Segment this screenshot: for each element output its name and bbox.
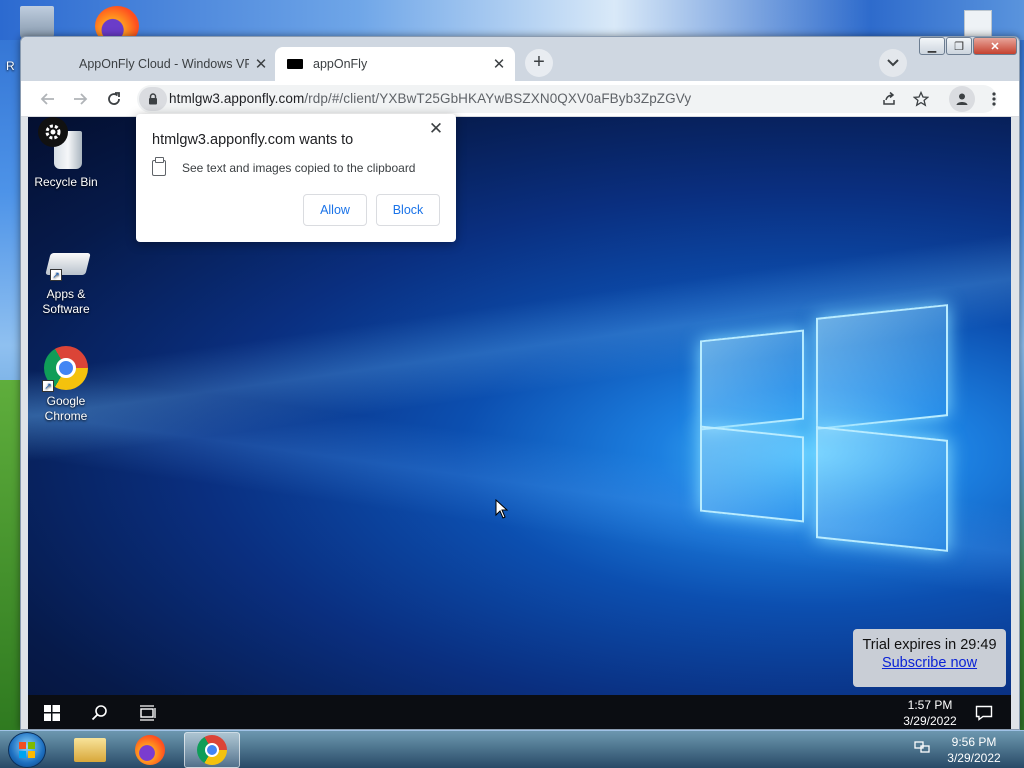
chrome-icon xyxy=(197,735,227,765)
permission-request-text: See text and images copied to the clipbo… xyxy=(182,161,416,175)
tab-favicon xyxy=(41,59,69,69)
taskbar-firefox-button[interactable] xyxy=(122,732,178,768)
url-path: /rdp/#/client/YXBwT25GbHKAYwBSZXN0QXV0aF… xyxy=(304,91,692,106)
browser-toolbar: htmlgw3.apponfly.com/rdp/#/client/YXBwT2… xyxy=(21,81,1019,117)
recycle-bin-icon xyxy=(38,117,86,171)
close-tab-icon[interactable]: ✕ xyxy=(487,55,511,73)
tab-title: appOnFly xyxy=(313,57,368,71)
sky-band xyxy=(0,0,1024,40)
outer-taskbar: 9:56 PM 3/29/2022 xyxy=(0,730,1024,768)
lock-icon xyxy=(149,93,157,105)
folder-icon xyxy=(74,738,106,762)
more-vert-icon xyxy=(992,92,996,106)
back-button[interactable] xyxy=(35,86,61,112)
popup-title: htmlgw3.apponfly.com wants to xyxy=(152,132,354,148)
close-window-button[interactable]: ✕ xyxy=(973,37,1017,55)
desktop-icon-google-chrome[interactable]: ↗ Google Chrome xyxy=(28,346,106,424)
remote-date: 3/29/2022 xyxy=(903,714,957,728)
share-button[interactable] xyxy=(877,87,901,111)
task-view-icon xyxy=(140,705,156,721)
notification-icon xyxy=(975,705,993,721)
network-tray-button[interactable] xyxy=(912,737,932,757)
outer-date: 3/29/2022 xyxy=(947,751,1001,765)
outer-recycle-bin-icon[interactable] xyxy=(20,6,54,40)
window-controls: ▁ ❐ ✕ xyxy=(919,37,1017,55)
subscribe-link[interactable]: Subscribe now xyxy=(853,655,1006,671)
close-icon[interactable]: ✕ xyxy=(426,119,446,139)
arrow-left-icon xyxy=(40,93,54,105)
mouse-cursor-icon xyxy=(495,498,509,524)
cursor-glyph xyxy=(495,498,509,519)
maximize-button[interactable]: ❐ xyxy=(946,37,972,55)
menu-button[interactable] xyxy=(981,86,1007,112)
shortcut-arrow-icon: ↗ xyxy=(42,380,54,392)
url-text: htmlgw3.apponfly.com/rdp/#/client/YXBwT2… xyxy=(169,91,691,106)
close-tab-icon[interactable]: ✕ xyxy=(249,55,273,73)
start-button[interactable] xyxy=(8,732,46,768)
remote-time: 1:57 PM xyxy=(907,698,953,712)
tab-search-button[interactable] xyxy=(879,49,907,77)
desktop-icon-recycle-bin[interactable]: Recycle Bin xyxy=(28,117,106,190)
allow-button[interactable]: Allow xyxy=(303,194,367,226)
taskbar-explorer-button[interactable] xyxy=(62,732,118,768)
chrome-center xyxy=(56,358,76,378)
address-bar[interactable]: htmlgw3.apponfly.com/rdp/#/client/YXBwT2… xyxy=(137,85,997,113)
tab-title: AppOnFly Cloud - Windows VPS xyxy=(79,57,249,71)
arrow-right-icon xyxy=(74,93,88,105)
remote-notifications-button[interactable] xyxy=(960,695,1008,729)
trial-text: Trial expires in 29:49 xyxy=(862,637,997,653)
apps-software-icon: ↗ xyxy=(42,249,91,283)
permission-request: See text and images copied to the clipbo… xyxy=(152,157,416,176)
tab-apponfly-cloud[interactable]: AppOnFly Cloud - Windows VPS ✕ xyxy=(29,47,277,81)
clipboard-permission-popup: htmlgw3.apponfly.com wants to ✕ See text… xyxy=(136,114,456,242)
outer-icon-label: R xyxy=(6,59,15,73)
url-host: htmlgw3.apponfly.com xyxy=(169,91,305,106)
gear-icon[interactable] xyxy=(38,117,68,147)
reload-icon xyxy=(108,92,120,105)
terminal-favicon-icon xyxy=(287,59,303,69)
chrome-icon: ↗ xyxy=(42,346,88,392)
windows-flag-icon xyxy=(19,742,35,758)
bookmark-button[interactable] xyxy=(909,87,933,111)
remote-taskbar: 1:57 PM 3/29/2022 xyxy=(28,695,1011,729)
search-icon xyxy=(91,705,107,721)
profile-button[interactable] xyxy=(949,86,975,112)
taskbar-chrome-button[interactable] xyxy=(184,732,240,768)
chevron-down-icon xyxy=(887,59,899,67)
new-tab-button[interactable]: + xyxy=(525,49,553,77)
logo-pane xyxy=(700,425,804,523)
gear-glyph xyxy=(45,124,61,140)
desktop-icon-apps-software[interactable]: ↗ Apps & Software xyxy=(28,249,106,317)
shortcut-arrow-icon: ↗ xyxy=(50,269,62,281)
remote-clock[interactable]: 1:57 PM 3/29/2022 xyxy=(890,697,970,729)
firefox-icon xyxy=(135,735,165,765)
windows-logo-wallpaper xyxy=(696,301,952,561)
forward-button[interactable] xyxy=(67,86,93,112)
avatar-icon xyxy=(956,93,968,105)
tab-apponfly[interactable]: appOnFly ✕ xyxy=(275,47,515,81)
block-button[interactable]: Block xyxy=(376,194,440,226)
tab-strip: AppOnFly Cloud - Windows VPS ✕ appOnFly … xyxy=(21,37,1019,81)
desktop-icon-label: Apps & Software xyxy=(42,287,90,316)
logo-pane xyxy=(816,426,948,552)
desktop-icon-label: Google Chrome xyxy=(44,394,88,423)
logo-pane xyxy=(700,329,804,431)
trial-notice: Trial expires in 29:49 Subscribe now xyxy=(853,629,1006,687)
outer-time: 9:56 PM xyxy=(951,735,997,749)
site-info-button[interactable] xyxy=(139,87,167,111)
reload-button[interactable] xyxy=(101,86,127,112)
windows-logo-icon xyxy=(44,705,60,721)
share-icon xyxy=(883,91,895,105)
outer-clock[interactable]: 9:56 PM 3/29/2022 xyxy=(934,734,1014,766)
remote-start-button[interactable] xyxy=(28,695,76,729)
minimize-button[interactable]: ▁ xyxy=(919,37,945,55)
remote-task-view-button[interactable] xyxy=(124,695,172,729)
logo-pane xyxy=(816,304,948,430)
clipboard-icon xyxy=(152,157,166,176)
star-icon xyxy=(913,91,929,107)
remote-search-button[interactable] xyxy=(76,695,124,729)
desktop-icon-label: Recycle Bin xyxy=(34,175,98,189)
network-icon xyxy=(914,741,930,753)
